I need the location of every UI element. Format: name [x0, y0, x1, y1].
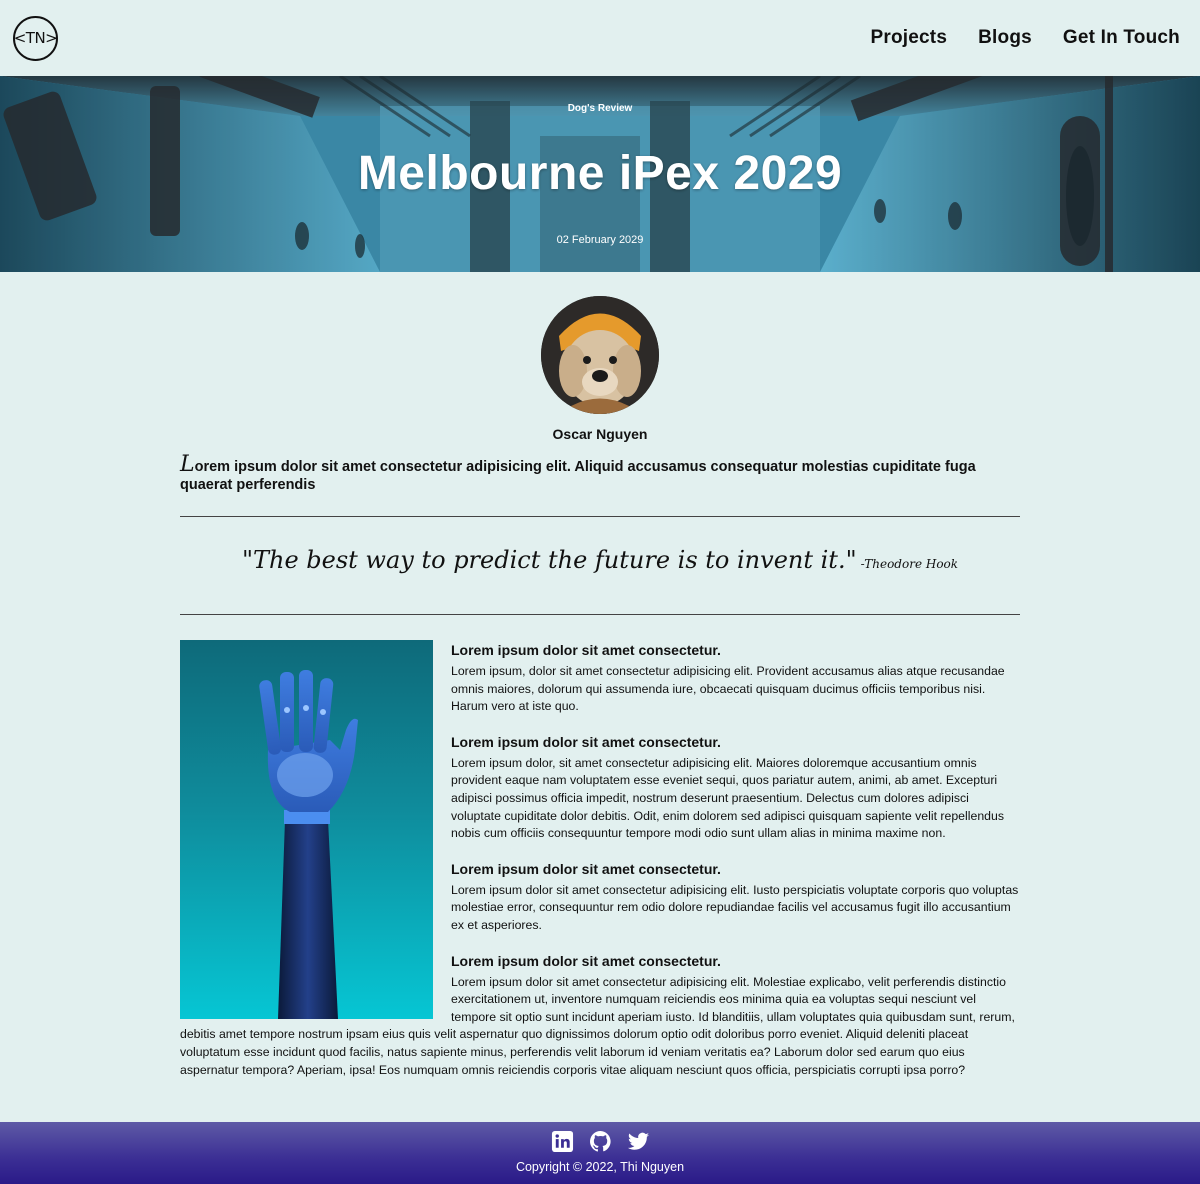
site-footer: Copyright © 2022, Thi Nguyen: [0, 1122, 1200, 1184]
author-name: Oscar Nguyen: [552, 426, 648, 442]
author-avatar: [541, 296, 659, 414]
lead-dropcap: L: [180, 452, 195, 477]
page-title: Melbourne iPex 2029: [357, 147, 843, 200]
dog-avatar-icon: [541, 296, 659, 414]
article-image: [180, 640, 433, 1019]
nav-link-blogs[interactable]: Blogs: [978, 27, 1032, 49]
pull-quote: "The best way to predict the future is t…: [0, 546, 1200, 574]
quote-author: -Theodore Hook: [860, 557, 959, 571]
hero-text: Dog's Review Melbourne iPex 2029 02 Febr…: [0, 76, 1200, 272]
copyright-text: Copyright © 2022, Thi Nguyen: [515, 1160, 685, 1174]
linkedin-icon[interactable]: [551, 1130, 574, 1153]
github-icon[interactable]: [589, 1130, 612, 1153]
article-body: Lorem ipsum dolor sit amet consectetur. …: [180, 640, 1020, 1079]
hero-category: Dog's Review: [567, 103, 633, 114]
social-links: [0, 1122, 1200, 1153]
post-date: 02 February 2029: [556, 234, 644, 246]
site-logo[interactable]: <TN>: [13, 15, 58, 61]
lead-text: orem ipsum dolor sit amet consectetur ad…: [180, 459, 976, 493]
robotic-hand-icon: [259, 670, 358, 1019]
quote-text: "The best way to predict the future is t…: [241, 546, 857, 574]
divider-bottom: [180, 614, 1020, 615]
nav-links: Projects Blogs Get In Touch: [871, 27, 1180, 49]
logo-text: <TN>: [13, 29, 58, 47]
lead-paragraph: Lorem ipsum dolor sit amet consectetur a…: [180, 454, 1025, 494]
divider-top: [180, 516, 1020, 517]
twitter-icon[interactable]: [627, 1130, 650, 1153]
nav-link-projects[interactable]: Projects: [871, 27, 948, 49]
hero-banner: Dog's Review Melbourne iPex 2029 02 Febr…: [0, 76, 1200, 272]
nav-link-get-in-touch[interactable]: Get In Touch: [1063, 27, 1180, 49]
top-nav: <TN> Projects Blogs Get In Touch: [0, 0, 1200, 76]
